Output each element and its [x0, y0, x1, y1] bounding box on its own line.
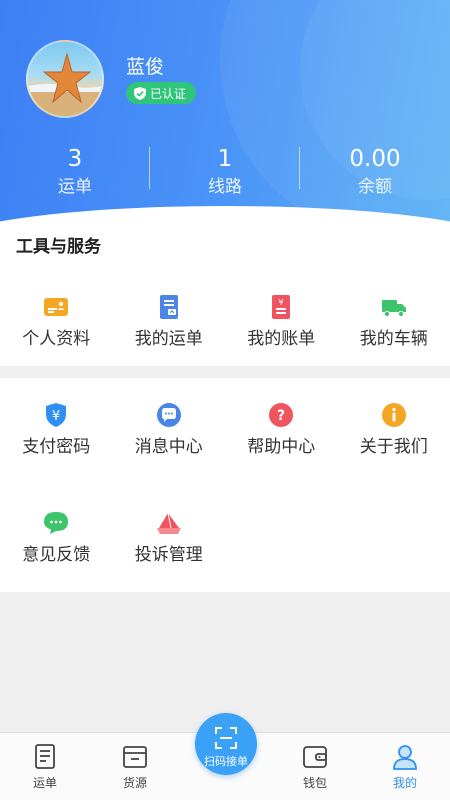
menu-item-feedback[interactable]: 意见反馈 — [0, 510, 113, 590]
avatar[interactable] — [26, 40, 104, 118]
scan-accept-order-button[interactable]: 扫码接单 — [195, 713, 257, 775]
shield-check-icon — [134, 86, 146, 100]
menu-item-label: 关于我们 — [359, 437, 428, 457]
menu-item-label: 个人资料 — [22, 329, 91, 349]
yuan-shield-icon: ¥ — [46, 403, 67, 427]
tab-label: 我的 — [392, 776, 417, 790]
stat-waybills[interactable]: 3 运单 — [0, 145, 150, 205]
menu-item-my-vehicles[interactable]: 我的车辆 — [338, 294, 450, 374]
tab-mine[interactable]: 我的 — [360, 733, 450, 800]
menu-item-my-waybills[interactable]: 我的运单 — [113, 294, 226, 374]
menu-item-label: 我的账单 — [247, 329, 316, 349]
truck-icon — [381, 300, 406, 318]
menu-item-my-bills[interactable]: ¥ 我的账单 — [225, 294, 338, 374]
stat-label: 线路 — [208, 177, 242, 197]
section-title: 工具与服务 — [16, 237, 101, 257]
stat-routes[interactable]: 1 线路 — [150, 145, 300, 205]
tools-row: 个人资料 我的运单 ¥ 我的账单 我的车辆 — [0, 294, 450, 374]
stat-label: 运单 — [58, 177, 92, 197]
menu-item-label: 我的运单 — [134, 329, 203, 349]
verified-badge: 已认证 — [126, 82, 197, 104]
profile-header: 蓝俊 已认证 3 运单 1 线路 0.00 余额 — [0, 0, 450, 226]
stat-value: 0.00 — [349, 146, 401, 172]
tools-services-section: 工具与服务 个人资料 我的运单 ¥ 我的账单 我的车辆 — [0, 226, 450, 366]
tab-cargo-source[interactable]: 货源 — [90, 733, 180, 800]
svg-text:¥: ¥ — [279, 298, 284, 307]
stats-row: 3 运单 1 线路 0.00 余额 — [0, 145, 450, 205]
tab-label: 货源 — [122, 776, 147, 790]
menu-item-profile[interactable]: 个人资料 — [0, 294, 113, 374]
svg-text:?: ? — [277, 408, 285, 424]
scan-icon — [215, 727, 237, 749]
tab-label: 运单 — [32, 776, 57, 790]
stat-balance[interactable]: 0.00 余额 — [300, 145, 450, 205]
tab-waybills[interactable]: 运单 — [0, 733, 90, 800]
menu-item-about-us[interactable]: 关于我们 — [338, 402, 450, 482]
menu-item-label: 支付密码 — [22, 437, 91, 457]
tab-wallet[interactable]: 钱包 — [270, 733, 360, 800]
menu-item-label: 意见反馈 — [22, 545, 91, 565]
verified-badge-label: 已认证 — [150, 86, 187, 101]
complaint-icon — [156, 512, 181, 534]
starfish-avatar-icon — [28, 52, 102, 116]
tools-row: 意见反馈 投诉管理 — [0, 510, 450, 590]
waybill-tab-icon — [35, 744, 55, 769]
chat-icon — [156, 403, 181, 427]
scan-button-label: 扫码接单 — [204, 755, 248, 768]
feedback-icon — [44, 512, 69, 534]
waybill-icon — [159, 295, 178, 319]
menu-item-label: 帮助中心 — [247, 437, 316, 457]
menu-item-message-center[interactable]: 消息中心 — [113, 402, 226, 482]
menu-item-label: 我的车辆 — [359, 329, 428, 349]
bill-icon: ¥ — [272, 295, 291, 319]
user-icon — [393, 745, 417, 770]
tools-row: ¥ 支付密码 消息中心 ? 帮助中心 关于我们 — [0, 402, 450, 482]
id-card-icon — [44, 298, 69, 316]
menu-item-payment-password[interactable]: ¥ 支付密码 — [0, 402, 113, 482]
menu-item-complaint-management[interactable]: 投诉管理 — [113, 510, 226, 590]
username: 蓝俊 — [126, 56, 165, 78]
info-icon — [381, 403, 406, 427]
question-icon: ? — [269, 403, 294, 427]
more-services-section: ¥ 支付密码 消息中心 ? 帮助中心 关于我们 意见反馈 投诉管理 — [0, 378, 450, 592]
cargo-box-icon — [123, 746, 147, 768]
svg-text:¥: ¥ — [52, 409, 60, 424]
menu-item-label: 投诉管理 — [134, 545, 203, 565]
wallet-icon — [303, 746, 327, 768]
stat-value: 1 — [217, 146, 233, 172]
menu-item-help-center[interactable]: ? 帮助中心 — [225, 402, 338, 482]
stat-value: 3 — [67, 146, 83, 172]
menu-item-label: 消息中心 — [134, 437, 203, 457]
stat-label: 余额 — [358, 177, 392, 197]
tab-label: 钱包 — [302, 776, 327, 790]
